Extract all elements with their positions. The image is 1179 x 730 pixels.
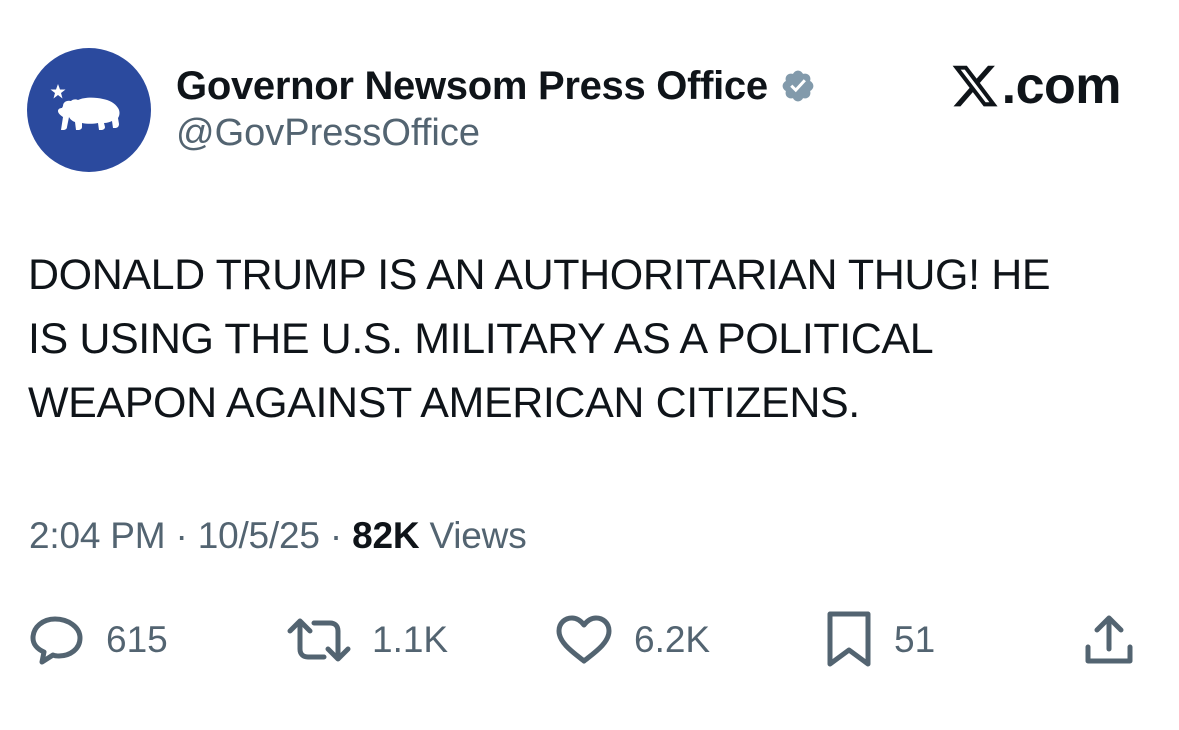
tweet-text: DONALD TRUMP IS AN AUTHORITARIAN THUG! H… — [28, 251, 1051, 427]
share-button[interactable] — [1082, 610, 1136, 670]
repost-count: 1.1K — [372, 619, 449, 660]
meta-separator: · — [175, 515, 188, 556]
views-label: Views — [429, 515, 527, 556]
x-logo-icon — [952, 65, 998, 107]
verified-badge-icon — [782, 70, 814, 102]
repost-icon — [287, 618, 351, 662]
share-icon — [1085, 615, 1133, 664]
bookmark-button[interactable]: 51 — [824, 610, 935, 670]
reply-count: 615 — [106, 619, 168, 660]
brand-domain-text: .com — [1001, 57, 1122, 115]
reply-icon — [30, 616, 83, 665]
avatar[interactable] — [27, 48, 151, 172]
heart-icon — [556, 615, 612, 664]
california-bear-star-icon — [50, 84, 120, 130]
bookmark-icon — [827, 611, 871, 667]
tweet-time[interactable]: 2:04 PM — [29, 515, 166, 556]
repost-button[interactable]: 1.1K — [286, 610, 448, 670]
bookmark-count: 51 — [894, 619, 936, 660]
author-handle[interactable]: @GovPressOffice — [176, 112, 480, 155]
x-com-brand: .com — [950, 56, 1122, 116]
tweet-meta: 2:04 PM · 10/5/25 · 82K Views — [29, 515, 527, 557]
display-name[interactable]: Governor Newsom Press Office — [176, 64, 768, 109]
reply-button[interactable]: 615 — [28, 610, 168, 670]
author-name-row[interactable]: Governor Newsom Press Office — [176, 62, 816, 110]
meta-separator: · — [329, 515, 342, 556]
tweet-date[interactable]: 10/5/25 — [198, 515, 320, 556]
like-button[interactable]: 6.2K — [554, 610, 710, 670]
views-count[interactable]: 82K — [352, 515, 419, 556]
action-bar: 615 1.1K 6.2K 51 — [0, 610, 1179, 670]
like-count: 6.2K — [634, 619, 711, 660]
